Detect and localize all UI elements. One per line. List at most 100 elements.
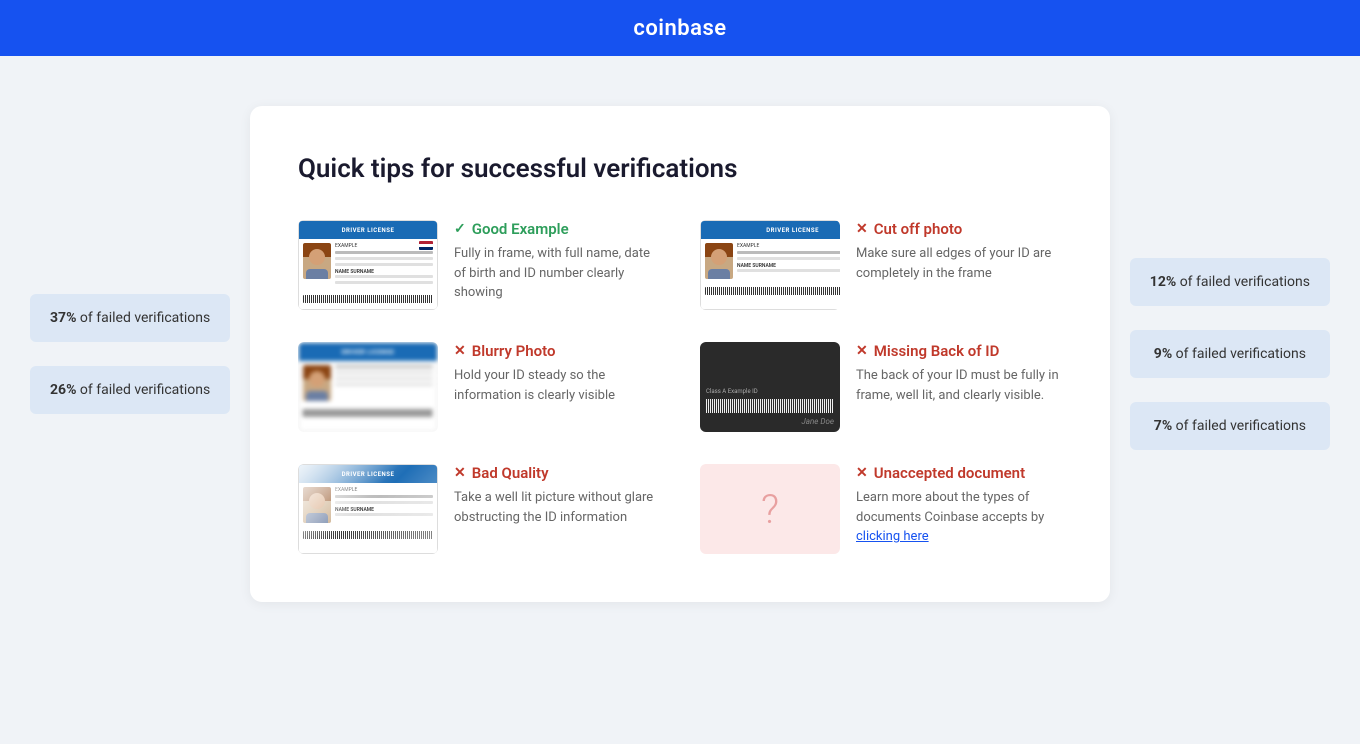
tip-unaccepted-content: ✕ Unaccepted document Learn more about t… xyxy=(856,464,1062,547)
id-blurry-photo xyxy=(303,365,331,401)
id-glare-example: EXAMPLE xyxy=(335,487,433,493)
tip-missing-back-status: ✕ Missing Back of ID xyxy=(856,342,1062,360)
id-body: EXAMPLE NAME SURNAME xyxy=(299,239,437,291)
id-card-unaccepted: ? xyxy=(700,464,840,554)
id-glare-info: EXAMPLE NAME SURNAME xyxy=(335,487,433,523)
tip-unaccepted-image: ? xyxy=(700,464,840,554)
tip-blurry-image: DRIVER LICENSE xyxy=(298,342,438,432)
id-glare-photo xyxy=(303,487,331,523)
right-badge-2-label: of failed verifications xyxy=(1176,346,1306,362)
id-line-1 xyxy=(335,251,433,254)
right-badge-2: 9% of failed verifications xyxy=(1130,330,1330,378)
cut-off-desc: Make sure all edges of your ID are compl… xyxy=(856,244,1062,283)
good-example-label: Good Example xyxy=(472,220,569,238)
id-glare-body-shape xyxy=(306,513,328,523)
id-glare-line-3 xyxy=(335,513,433,516)
tip-blurry-content: ✕ Blurry Photo Hold your ID steady so th… xyxy=(454,342,660,405)
id-blurry-line-4 xyxy=(335,383,433,386)
id-blurry-body xyxy=(299,361,437,405)
id-back-sig: Jane Doe xyxy=(802,417,835,426)
id-card-good: DRIVER LICENSE EXAMPLE xyxy=(298,220,438,310)
left-badge-2: 26% of failed verifications xyxy=(30,366,230,414)
right-badges: 12% of failed verifications 9% of failed… xyxy=(1130,258,1330,450)
id-glare-line-2 xyxy=(335,501,433,504)
right-badge-1-percent: 12% xyxy=(1150,274,1176,290)
id-cutoff-barcode xyxy=(705,287,840,295)
card-title: Quick tips for successful verifications xyxy=(298,154,1062,184)
id-line-5 xyxy=(335,281,433,284)
tip-missing-back-image: Class A Example ID Jane Doe xyxy=(700,342,840,432)
tip-good-example-content: ✓ Good Example Fully in frame, with full… xyxy=(454,220,660,303)
bad-quality-desc: Take a well lit picture without glare ob… xyxy=(454,488,660,527)
cut-off-bad-icon: ✕ xyxy=(856,221,868,237)
tip-bad-quality-status: ✕ Bad Quality xyxy=(454,464,660,482)
header: coinbase xyxy=(0,0,1360,56)
tip-cut-off-content: ✕ Cut off photo Make sure all edges of y… xyxy=(856,220,1062,283)
id-card-blurry: DRIVER LICENSE xyxy=(298,342,438,432)
id-glare-line-1 xyxy=(335,495,433,498)
id-blurry-line-3 xyxy=(335,377,433,380)
id-glare-body: EXAMPLE NAME SURNAME xyxy=(299,483,437,527)
right-badge-3-label: of failed verifications xyxy=(1176,418,1306,434)
id-cutoff-line-3 xyxy=(737,269,840,272)
id-glare-hair xyxy=(303,487,331,501)
id-glare-face xyxy=(309,493,325,509)
id-cutoff-body: EXAMPLE NAME SURNAME xyxy=(701,239,840,283)
id-blurry-header: DRIVER LICENSE xyxy=(299,343,437,361)
tip-good-example-status: ✓ Good Example xyxy=(454,220,660,238)
id-photo-face xyxy=(309,249,325,265)
tip-cut-off: DRIVER LICENSE EXAMPLE xyxy=(700,220,1062,310)
right-badge-2-percent: 9% xyxy=(1154,346,1172,362)
id-back-class-label: Class A Example ID xyxy=(706,388,758,395)
id-cutoff-example: EXAMPLE xyxy=(737,243,840,249)
blurry-desc: Hold your ID steady so the information i… xyxy=(454,366,660,405)
tip-missing-back: Class A Example ID Jane Doe ✕ Missing Ba… xyxy=(700,342,1062,432)
tips-card: Quick tips for successful verifications … xyxy=(250,106,1110,602)
tip-bad-quality-image: DRIVER LICENSE EXAMPLE NA xyxy=(298,464,438,554)
id-photo-body xyxy=(306,269,328,279)
id-line-3 xyxy=(335,263,433,266)
unaccepted-bad-icon: ✕ xyxy=(856,465,868,481)
id-blurry-info xyxy=(335,365,433,401)
right-badge-1-label: of failed verifications xyxy=(1180,274,1310,290)
id-line-2 xyxy=(335,257,433,260)
good-example-desc: Fully in frame, with full name, date of … xyxy=(454,244,660,303)
id-cutoff-photo xyxy=(705,243,733,279)
right-badge-3-percent: 7% xyxy=(1154,418,1172,434)
id-flag xyxy=(419,241,433,250)
bad-quality-bad-icon: ✕ xyxy=(454,465,466,481)
id-blurry-line-1 xyxy=(335,365,433,368)
main-content: 37% of failed verifications 26% of faile… xyxy=(0,56,1360,652)
id-card-cutoff: DRIVER LICENSE EXAMPLE xyxy=(700,220,840,310)
missing-back-label: Missing Back of ID xyxy=(874,342,1000,360)
unaccepted-desc: Learn more about the types of documents … xyxy=(856,488,1062,547)
coinbase-logo: coinbase xyxy=(633,16,726,41)
good-icon: ✓ xyxy=(454,221,466,237)
unaccepted-label: Unaccepted document xyxy=(874,464,1025,482)
id-cutoff-line-1 xyxy=(737,251,840,254)
tip-good-example-image: DRIVER LICENSE EXAMPLE xyxy=(298,220,438,310)
id-blurry-body-shape xyxy=(306,391,328,401)
id-cutoff-info: EXAMPLE NAME SURNAME xyxy=(737,243,840,279)
id-photo xyxy=(303,243,331,279)
tip-cut-off-image: DRIVER LICENSE EXAMPLE xyxy=(700,220,840,310)
tip-blurry-status: ✕ Blurry Photo xyxy=(454,342,660,360)
right-badge-1: 12% of failed verifications xyxy=(1130,258,1330,306)
id-blurry-face xyxy=(309,371,325,387)
id-blurry-barcode xyxy=(303,409,433,417)
left-badge-1-percent: 37% xyxy=(50,310,76,326)
unaccepted-desc-pre: Learn more about the types of documents … xyxy=(856,490,1044,525)
missing-back-desc: The back of your ID must be fully in fra… xyxy=(856,366,1062,405)
clicking-here-link[interactable]: clicking here xyxy=(856,529,929,544)
id-blurry-line-2 xyxy=(335,371,433,374)
id-cutoff-header: DRIVER LICENSE xyxy=(701,221,840,239)
missing-back-bad-icon: ✕ xyxy=(856,343,868,359)
id-barcode xyxy=(303,295,433,303)
tip-unaccepted: ? ✕ Unaccepted document Learn more about… xyxy=(700,464,1062,554)
tip-bad-quality: DRIVER LICENSE EXAMPLE NA xyxy=(298,464,660,554)
tip-missing-back-content: ✕ Missing Back of ID The back of your ID… xyxy=(856,342,1062,405)
id-cutoff-wrapper: DRIVER LICENSE EXAMPLE xyxy=(700,220,840,310)
id-cutoff-line-2 xyxy=(737,257,840,260)
left-badge-2-label: of failed verifications xyxy=(80,382,210,398)
id-back-barcode xyxy=(706,399,834,413)
